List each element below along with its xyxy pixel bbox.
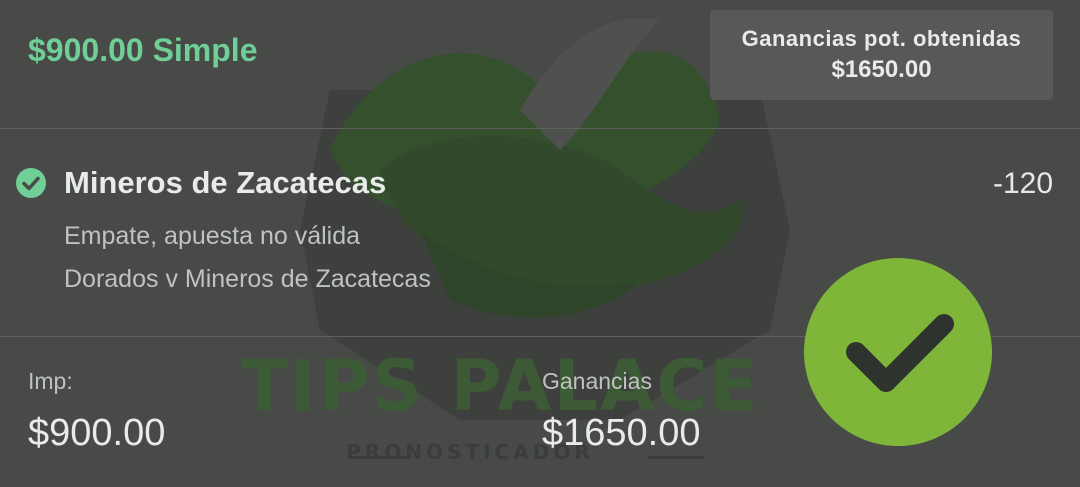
large-check-badge-icon xyxy=(804,258,992,446)
divider xyxy=(0,128,1080,129)
stake-value: $900.00 xyxy=(28,412,166,454)
potential-winnings-label: Ganancias pot. obtenidas xyxy=(741,26,1022,51)
selection-result: Empate, apuesta no válida xyxy=(64,222,361,250)
potential-winnings-box: Ganancias pot. obtenidas $1650.00 xyxy=(710,10,1053,100)
selection-odds: -120 xyxy=(992,167,1053,200)
winnings-value: $1650.00 xyxy=(542,412,701,454)
bet-title: $900.00 Simple xyxy=(28,32,258,68)
stake-label: Imp: xyxy=(28,368,73,394)
winnings-label: Ganancias xyxy=(542,368,652,394)
potential-winnings-value: $1650.00 xyxy=(831,56,932,83)
check-circle-icon xyxy=(16,168,46,198)
selection-match: Dorados v Mineros de Zacatecas xyxy=(64,265,431,293)
selection-team: Mineros de Zacatecas xyxy=(64,165,387,200)
